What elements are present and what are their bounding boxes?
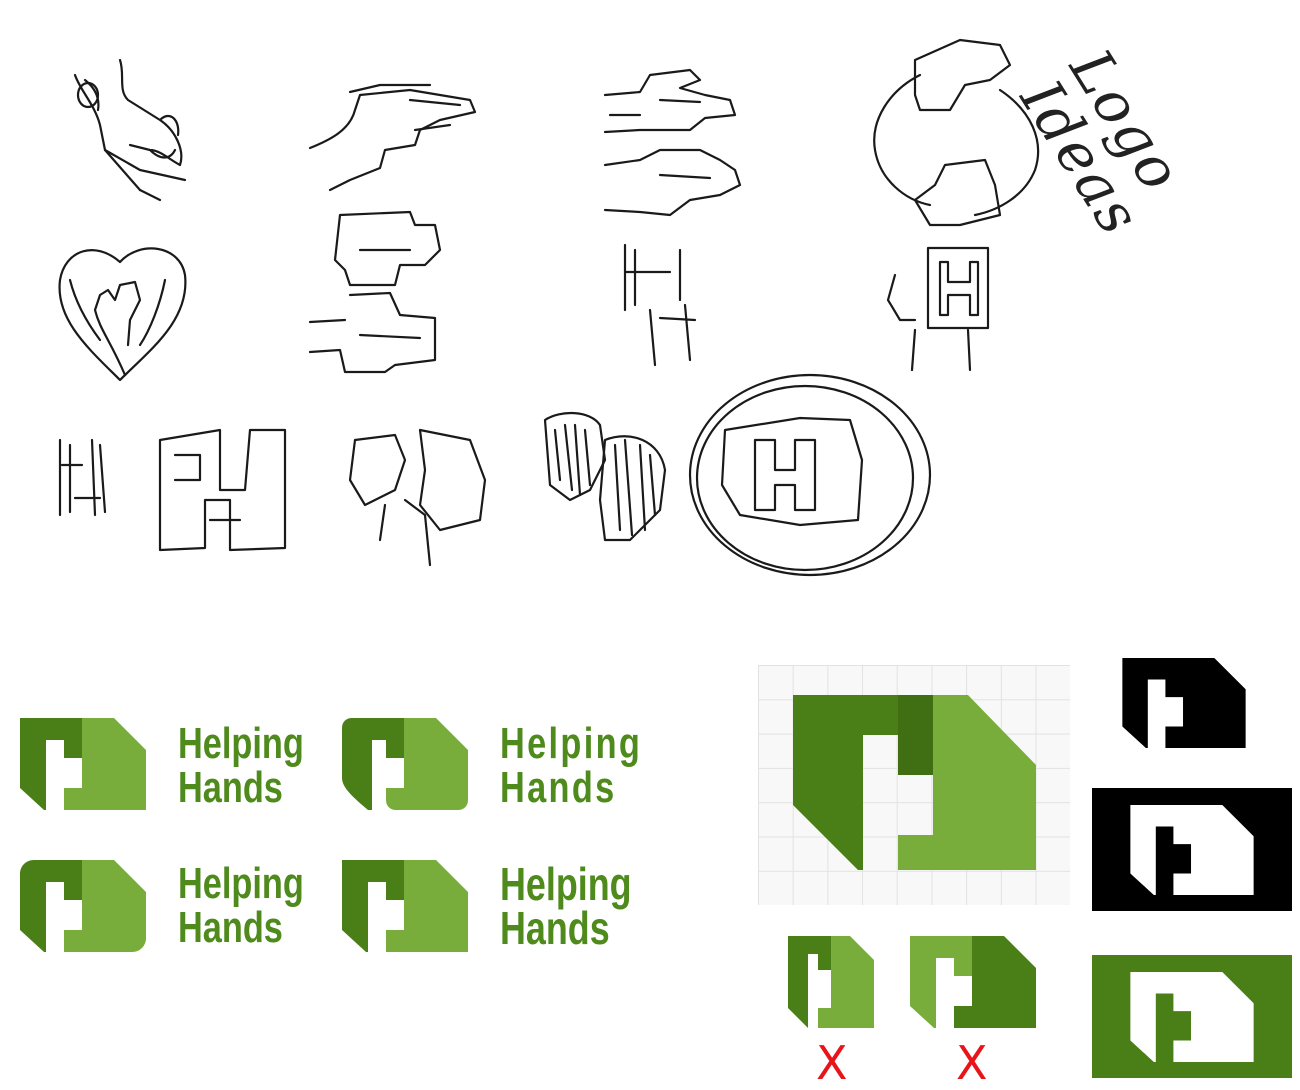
logo-variant-1	[20, 718, 146, 810]
sketch-interlock-hands	[603, 68, 742, 217]
logo-black-on-white	[1122, 658, 1246, 748]
wordmark-line2: Hands	[500, 763, 617, 812]
logo-white-on-green	[1092, 955, 1292, 1078]
construction-grid	[758, 665, 1070, 905]
wordmark-line1: Helping	[500, 858, 632, 910]
logo-variant-3	[20, 860, 146, 952]
wordmark-line2: Hands	[178, 763, 283, 812]
helping-hands-logo-icon	[20, 860, 146, 952]
helping-hands-logo-icon	[1130, 805, 1254, 895]
reject-mark-1: X	[816, 1036, 848, 1090]
helping-hands-logo-icon	[1122, 658, 1246, 748]
sketch-circle-hands	[873, 38, 1040, 227]
sketch-hand-grip	[73, 58, 187, 202]
wordmark-variant-2: Helping Hands	[500, 722, 672, 810]
helping-hands-logo-icon	[342, 718, 468, 810]
wordmark-variant-1: Helping Hands	[178, 719, 304, 812]
helping-hands-logo-icon	[910, 936, 1036, 1028]
logo-white-on-black	[1092, 788, 1292, 911]
helping-hands-logo-icon	[342, 860, 468, 952]
rejected-logo-2	[910, 936, 1036, 1028]
helping-hands-logo-icon	[793, 695, 1036, 870]
wordmark-variant-4: Helping Hands	[500, 858, 632, 954]
wordmark-line1: Helping	[178, 859, 304, 908]
wordmark-line2: Hands	[500, 902, 610, 954]
wordmark-variant-3: Helping Hands	[178, 859, 304, 952]
sketch-row3	[58, 373, 932, 577]
wordmark-line2: Hands	[178, 903, 283, 952]
helping-hands-logo-icon	[1130, 972, 1254, 1062]
rejected-logo-1	[788, 936, 874, 1028]
sketch-heart	[58, 247, 187, 382]
wordmark-line1: Helping	[500, 719, 643, 768]
helping-hands-logo-icon	[788, 936, 874, 1028]
reject-mark-2: X	[956, 1036, 988, 1090]
sketch-sheet: Logo Ideas	[0, 0, 1300, 600]
logo-variant-2	[342, 718, 468, 810]
sketch-stacked-hands	[308, 83, 477, 192]
wordmark-line1: Helping	[178, 719, 304, 768]
sketch-hands-block	[308, 210, 442, 374]
logo-variant-4	[342, 860, 468, 952]
sketch-h-hand	[886, 246, 990, 372]
sketch-h-bars	[623, 243, 697, 367]
helping-hands-logo-icon	[20, 718, 146, 810]
